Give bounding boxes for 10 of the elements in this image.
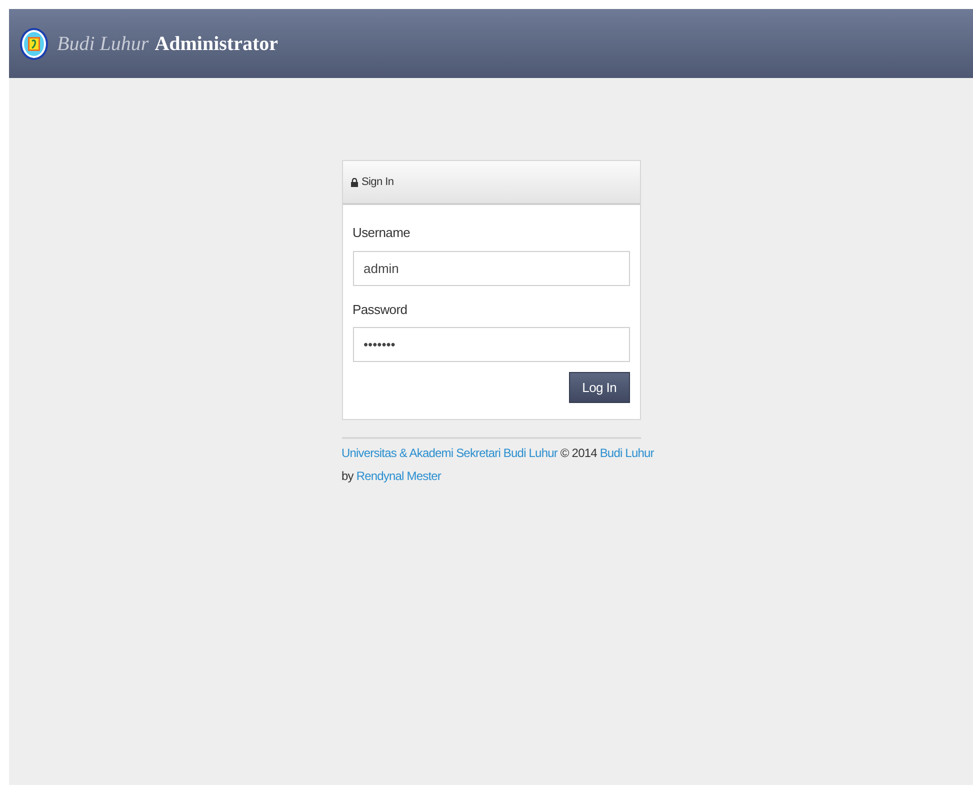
field-label: Username	[352, 224, 412, 242]
field-label: Password	[352, 300, 408, 318]
panel-title: Sign In	[362, 174, 394, 190]
app-title: Administrator	[154, 32, 278, 56]
logo-icon	[19, 26, 49, 60]
input-field[interactable]: admin	[352, 250, 630, 286]
brand-name: Budi Luhur	[57, 32, 149, 56]
login-button[interactable]: Log In	[569, 372, 630, 403]
input-field[interactable]: •••••••	[352, 327, 630, 362]
lock-icon	[350, 178, 358, 186]
